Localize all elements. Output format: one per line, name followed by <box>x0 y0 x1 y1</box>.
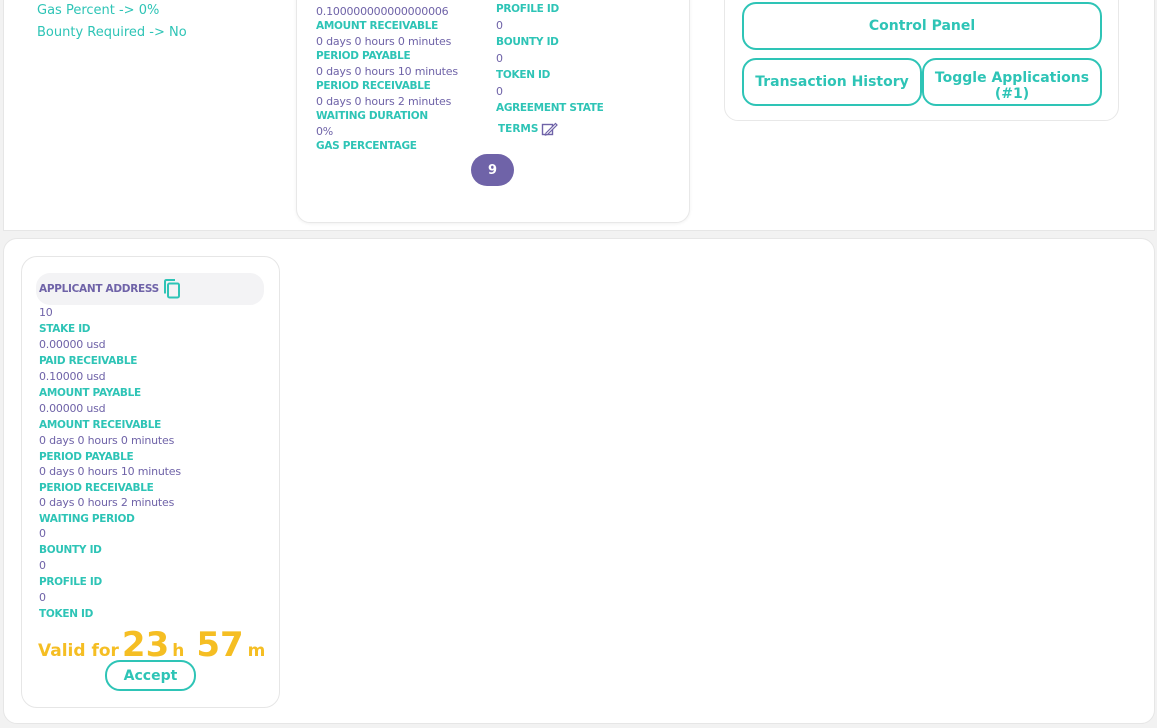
field-value: 0.100000000000000006 <box>316 5 449 18</box>
agreement-card: 0.100000000000000006 AMOUNT RECEIVABLE 0… <box>296 0 690 223</box>
field-label: PERIOD RECEIVABLE <box>316 80 431 92</box>
field-label: PROFILE ID <box>496 3 559 15</box>
applications-section: APPLICANT ADDRESS 10 STAKE ID 0.00000 us… <box>3 238 1155 724</box>
field-value: 0 days 0 hours 0 minutes <box>39 434 175 447</box>
field-label: PERIOD PAYABLE <box>316 50 411 62</box>
accept-button[interactable]: Accept <box>105 660 196 691</box>
transaction-history-button[interactable]: Transaction History <box>742 58 922 106</box>
field-value: 0 <box>39 527 46 540</box>
field-label: TOKEN ID <box>496 69 551 81</box>
terms-link[interactable]: TERMS <box>498 122 603 136</box>
page-number-button[interactable]: 9 <box>471 154 514 186</box>
field-label: BOUNTY ID <box>496 36 559 48</box>
field-label: STAKE ID <box>39 323 91 335</box>
field-label: WAITING PERIOD <box>39 513 135 525</box>
terms-label: TERMS <box>498 123 539 135</box>
applicant-fields: 10 STAKE ID 0.00000 usd PAID RECEIVABLE … <box>39 305 181 621</box>
countdown-minutes: 57 <box>196 625 244 665</box>
bounty-required-text: Bounty Required -> No <box>37 25 187 40</box>
field-label: AMOUNT RECEIVABLE <box>316 20 438 32</box>
field-label: AGREEMENT STATE <box>496 102 604 114</box>
field-value: 0.10000 usd <box>39 370 106 383</box>
field-value: 0 days 0 hours 10 minutes <box>39 465 181 478</box>
field-label: WAITING DURATION <box>316 110 428 122</box>
control-panel-button[interactable]: Control Panel <box>742 2 1102 50</box>
field-label: AMOUNT PAYABLE <box>39 387 141 399</box>
field-value: 0 days 0 hours 0 minutes <box>316 35 452 48</box>
field-value: 0 days 0 hours 10 minutes <box>316 65 458 78</box>
hours-unit: h <box>172 641 185 661</box>
field-value: 0 days 0 hours 2 minutes <box>316 95 452 108</box>
applicant-address-row: APPLICANT ADDRESS <box>36 273 264 305</box>
field-value: 0 <box>496 85 503 98</box>
valid-for-label: Valid for <box>38 641 119 661</box>
page: Gas Percent -> 0% Bounty Required -> No … <box>0 0 1157 728</box>
field-label: PAID RECEIVABLE <box>39 355 138 367</box>
field-value: 0 <box>39 591 46 604</box>
copy-icon[interactable] <box>162 278 182 300</box>
field-value: 0 <box>496 52 503 65</box>
field-label: PERIOD RECEIVABLE <box>39 482 154 494</box>
applicant-address-label: APPLICANT ADDRESS <box>39 282 159 295</box>
settings-summary: Gas Percent -> 0% Bounty Required -> No <box>37 0 187 44</box>
control-card: Control Panel Transaction History Toggle… <box>724 0 1119 121</box>
field-value: 0% <box>316 125 334 138</box>
toggle-applications-button[interactable]: Toggle Applications (#1) <box>922 58 1102 106</box>
agreement-col-1: 0.100000000000000006 AMOUNT RECEIVABLE 0… <box>316 4 458 154</box>
field-label: AMOUNT RECEIVABLE <box>39 419 161 431</box>
agreement-col-2: PROFILE ID 0 BOUNTY ID 0 TOKEN ID 0 AGRE… <box>496 2 604 136</box>
document-edit-icon <box>541 122 559 136</box>
validity-countdown: Valid for 23 h 57 m <box>38 625 265 665</box>
field-label: TOKEN ID <box>39 608 94 620</box>
field-value: 0 <box>39 559 46 572</box>
minutes-unit: m <box>247 641 266 661</box>
field-value: 0.00000 usd <box>39 402 106 415</box>
field-label: GAS PERCENTAGE <box>316 140 417 152</box>
countdown-hours: 23 <box>121 625 170 665</box>
field-value: 0 days 0 hours 2 minutes <box>39 496 175 509</box>
applicant-card: APPLICANT ADDRESS 10 STAKE ID 0.00000 us… <box>21 256 280 708</box>
field-label: BOUNTY ID <box>39 544 102 556</box>
gas-percent-text: Gas Percent -> 0% <box>37 3 160 18</box>
field-value: 0.00000 usd <box>39 338 106 351</box>
field-label: PERIOD PAYABLE <box>39 451 134 463</box>
field-value: 0 <box>496 19 503 32</box>
field-label: PROFILE ID <box>39 576 102 588</box>
field-value: 10 <box>39 306 53 319</box>
